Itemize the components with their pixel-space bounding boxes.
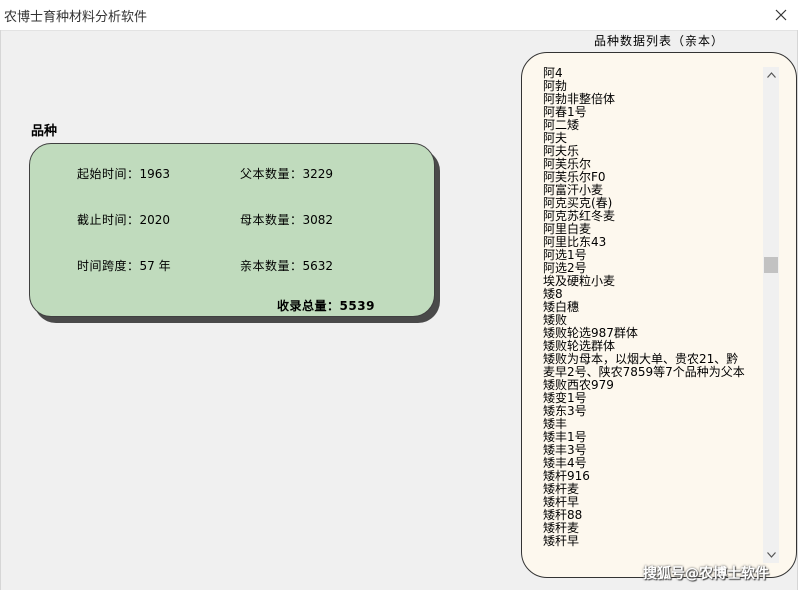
total-count: 收录总量：5539 — [277, 297, 375, 314]
section-title: 品种 — [31, 124, 58, 139]
variety-list-scrollbar[interactable] — [763, 67, 779, 563]
watermark: 搜狐号@农博士软件 — [643, 566, 769, 582]
scroll-up-arrow-icon — [766, 72, 776, 78]
scroll-down-button[interactable] — [763, 547, 779, 563]
list-item[interactable]: 矮白穗 — [543, 301, 745, 314]
stat-time-span-label: 时间跨度： — [77, 259, 140, 273]
total-count-value: 5539 — [339, 299, 375, 313]
list-item[interactable]: 埃及硬粒小麦 — [543, 275, 745, 288]
close-icon — [775, 9, 787, 21]
stat-time-span: 时间跨度：57 年 — [77, 259, 171, 273]
list-item[interactable]: 矮东3号 — [543, 405, 745, 418]
stat-father-count-value: 3229 — [302, 167, 334, 181]
stat-start-time: 起始时间：1963 — [77, 167, 170, 181]
window-title: 农博士育种材料分析软件 — [4, 10, 148, 25]
variety-list-panel: 阿4 阿勃 阿勃非整倍体 阿春1号 阿二矮 阿夫 阿夫乐 阿芙乐尔 阿芙乐尔F0 阿富汗小麦 阿克买… — [521, 52, 797, 578]
stat-parent-count: 亲本数量：5632 — [240, 259, 333, 273]
stat-end-time-label: 截止时间： — [77, 213, 140, 227]
stat-parent-count-label: 亲本数量： — [240, 259, 303, 273]
stat-parent-count-value: 5632 — [302, 259, 334, 273]
close-button[interactable] — [764, 0, 798, 30]
scroll-up-button[interactable] — [763, 67, 779, 83]
total-count-label: 收录总量： — [277, 299, 340, 313]
stat-mother-count: 母本数量：3082 — [240, 213, 333, 227]
list-item[interactable]: 矮秆早 — [543, 535, 745, 548]
variety-list-title: 品种数据列表（亲本） — [594, 34, 725, 48]
list-item[interactable]: 阿4 — [543, 67, 745, 80]
list-item[interactable]: 阿二矮 — [543, 119, 745, 132]
scroll-down-arrow-icon — [766, 552, 776, 558]
stat-father-count: 父本数量：3229 — [240, 167, 333, 181]
stat-mother-count-label: 母本数量： — [240, 213, 303, 227]
stat-end-time-value: 2020 — [139, 213, 171, 227]
variety-list[interactable]: 阿4 阿勃 阿勃非整倍体 阿春1号 阿二矮 阿夫 阿夫乐 阿芙乐尔 阿芙乐尔F0 阿富汗小麦 阿克买… — [543, 67, 745, 548]
stat-father-count-label: 父本数量： — [240, 167, 303, 181]
stat-time-span-value: 57 年 — [139, 259, 171, 273]
scroll-thumb[interactable] — [764, 257, 778, 273]
stat-start-time-value: 1963 — [139, 167, 171, 181]
stat-start-time-label: 起始时间： — [77, 167, 140, 181]
stat-end-time: 截止时间：2020 — [77, 213, 170, 227]
stats-card: 起始时间：1963 截止时间：2020 时间跨度：57 年 父本数量：3229 … — [29, 143, 435, 317]
window-border-left — [0, 30, 1, 590]
title-bar: 农博士育种材料分析软件 — [0, 0, 798, 31]
stat-mother-count-value: 3082 — [302, 213, 334, 227]
